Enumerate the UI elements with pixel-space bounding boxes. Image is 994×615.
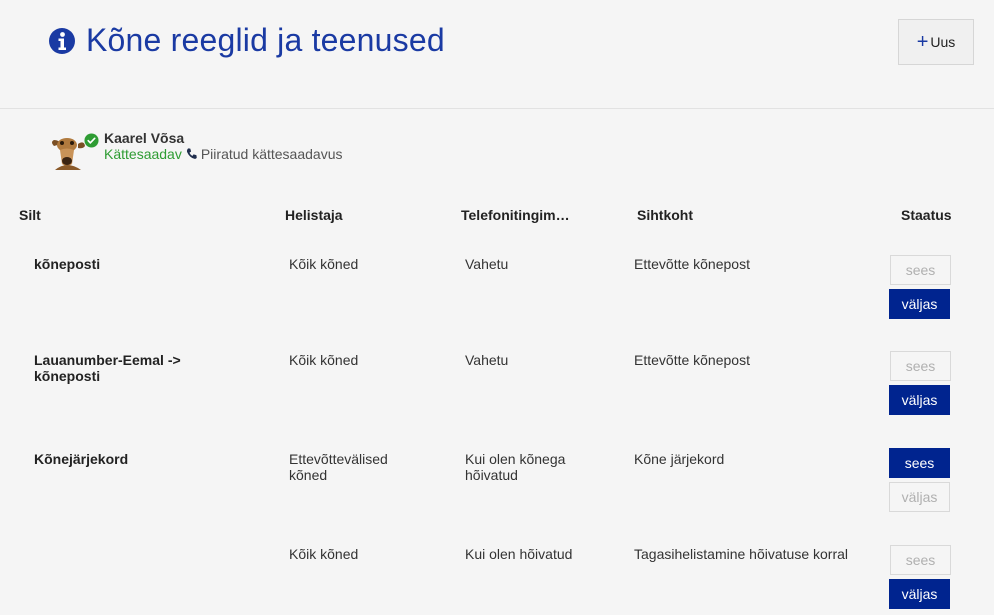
title-wrap: Kõne reeglid ja teenused — [48, 22, 445, 59]
plus-icon: + — [916, 31, 929, 53]
status-off-button[interactable]: väljas — [889, 579, 950, 609]
col-header-caller: Helistaja — [285, 207, 343, 223]
rule-condition: Kui olen hõivatud — [465, 546, 573, 562]
rule-caller: Kõik kõned — [289, 546, 359, 562]
user-name: Kaarel Võsa — [104, 130, 185, 146]
status-on-button[interactable]: sees — [890, 351, 951, 381]
status-off-button[interactable]: väljas — [889, 385, 950, 415]
col-header-label: Silt — [19, 207, 41, 223]
status-on-button[interactable]: sees — [890, 545, 951, 575]
rule-destination: Ettevõtte kõnepost — [634, 352, 750, 368]
status-off-button[interactable]: väljas — [889, 482, 950, 512]
col-header-destination: Sihtkoht — [637, 207, 693, 223]
rule-label: Lauanumber-Eemal -> kõneposti — [34, 352, 181, 384]
status-on-button[interactable]: sees — [890, 255, 951, 285]
availability-status[interactable]: Kättesaadav — [104, 146, 182, 162]
rule-label: Kõnejärjekord — [34, 451, 129, 467]
rule-condition: Vahetu — [465, 352, 509, 368]
avatar — [50, 130, 86, 170]
page-title: Kõne reeglid ja teenused — [86, 22, 445, 58]
user-text: Kaarel Võsa Kättesaadav Piiratud kättesaa… — [104, 130, 342, 162]
user-info: Kaarel Võsa Kättesaadav Piiratud kättesaa… — [50, 130, 342, 170]
page-header: Kõne reeglid ja teenused + Uus — [0, 0, 994, 109]
col-header-status: Staatus — [901, 207, 952, 223]
limited-availability[interactable]: Piiratud kättesaadavus — [201, 146, 343, 162]
rule-condition: Vahetu — [465, 256, 509, 272]
check-icon — [84, 133, 99, 148]
rule-condition: Kui olen kõnega hõivatud — [465, 451, 566, 483]
phone-icon — [186, 148, 197, 159]
rule-destination: Tagasihelistamine hõivatuse korral — [634, 546, 848, 562]
rule-caller: Kõik kõned — [289, 256, 359, 272]
rule-caller: Kõik kõned — [289, 352, 359, 368]
rule-destination: Kõne järjekord — [634, 451, 725, 467]
status-off-button[interactable]: väljas — [889, 289, 950, 319]
rule-destination: Ettevõtte kõnepost — [634, 256, 750, 272]
new-button-label: Uus — [930, 34, 956, 50]
rule-caller: Ettevõttevälised kõned — [289, 451, 388, 483]
new-button[interactable]: + Uus — [898, 19, 974, 65]
rule-label: kõneposti — [34, 256, 101, 272]
user-status: Kättesaadav Piiratud kättesaadavus — [104, 146, 342, 162]
status-on-button[interactable]: sees — [889, 448, 950, 478]
col-header-condition: Telefonitingim… — [461, 207, 570, 223]
info-icon — [49, 27, 75, 54]
